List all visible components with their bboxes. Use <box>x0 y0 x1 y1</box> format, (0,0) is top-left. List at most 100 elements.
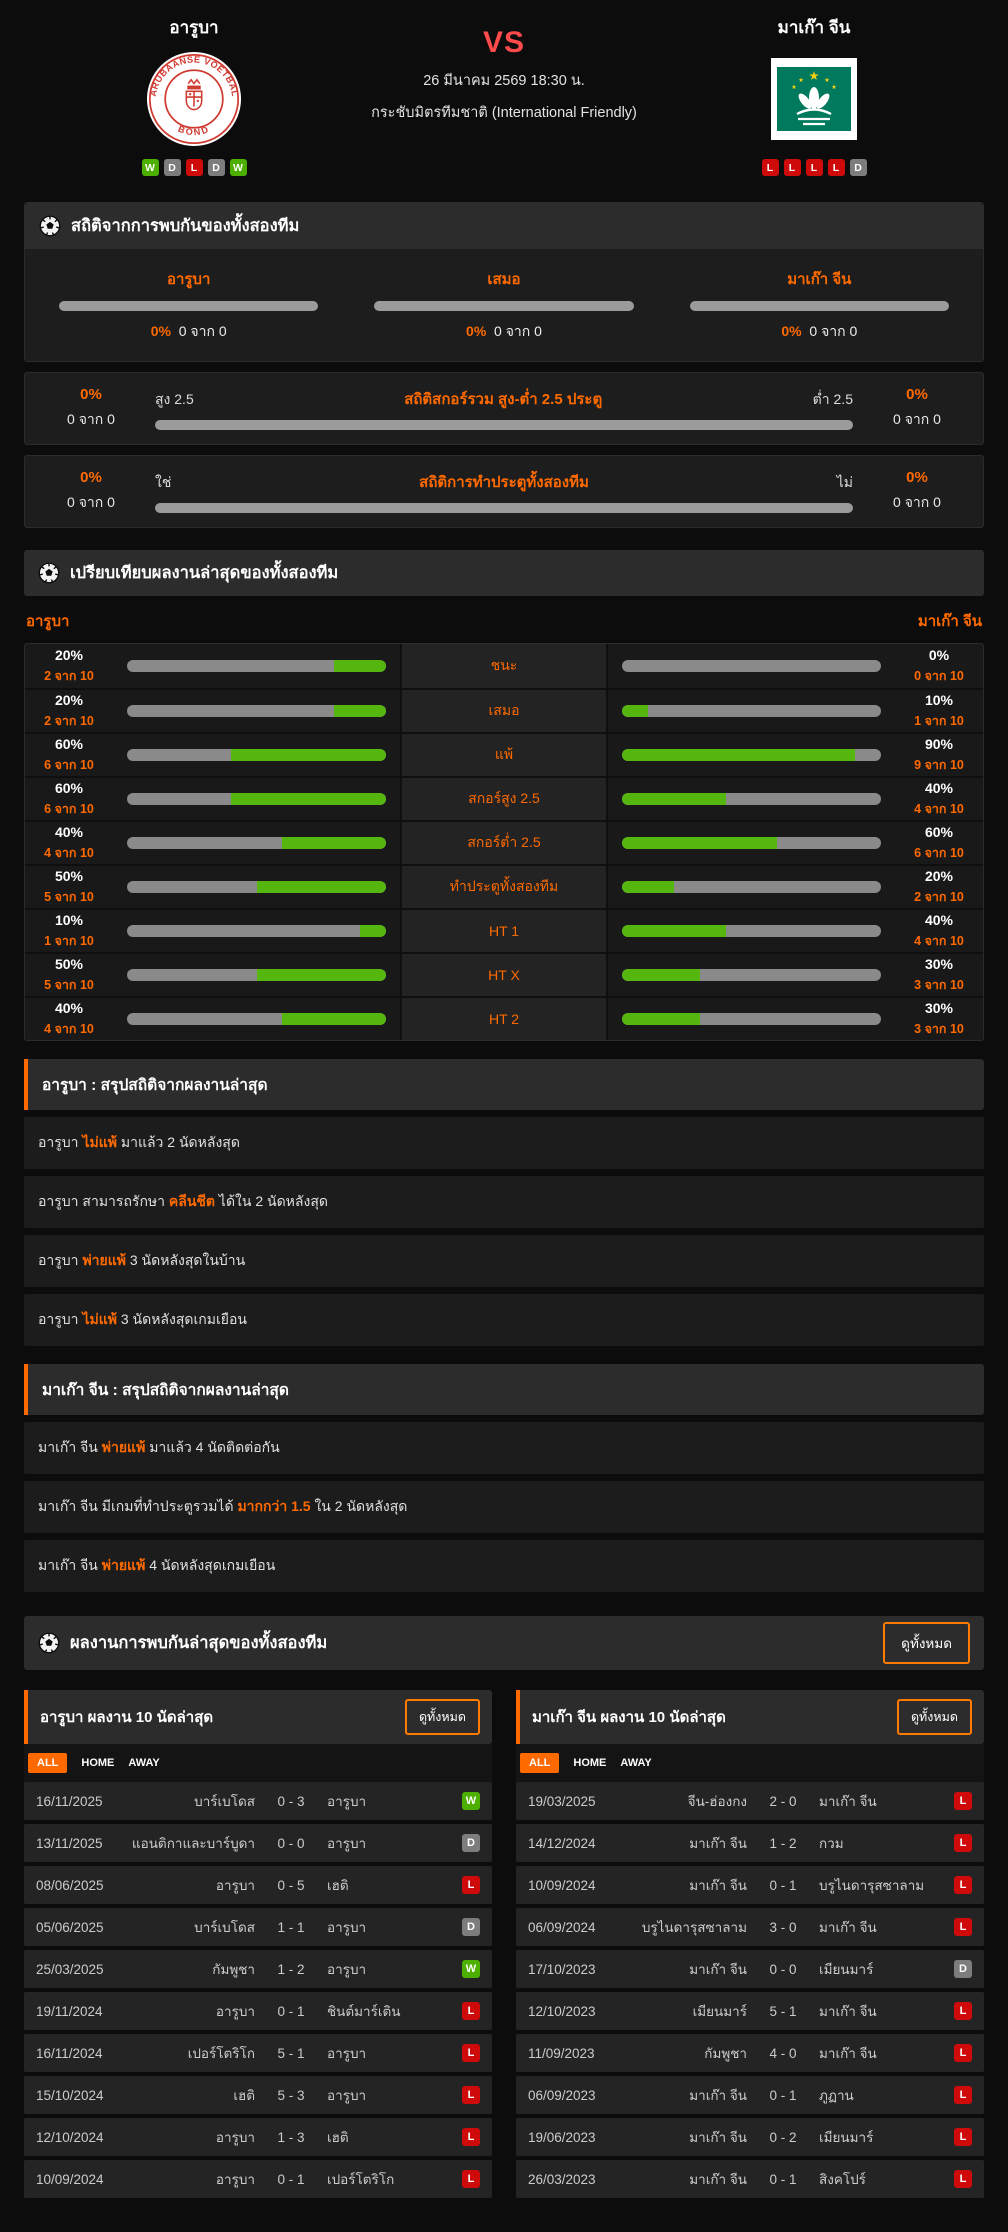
h2h-stats-header: สถิติจากการพบกันของทั้งสองทีม <box>25 203 983 249</box>
view-all-button[interactable]: ดูทั้งหมด <box>405 1699 480 1735</box>
match-home-team: อารูบา <box>128 2000 263 2022</box>
tab-row: ALL HOME AWAY <box>516 1744 984 1782</box>
match-date: 14/12/2024 <box>528 1836 620 1851</box>
stat-middle: สูง 2.5สถิติสกอร์รวม สูง-ต่ำ 2.5 ประตูต่… <box>155 387 853 430</box>
stat-left-percent: 0% <box>43 469 139 486</box>
away-team-block: มาเก๊า จีน <box>694 14 934 176</box>
h2h-stats-section: สถิติจากการพบกันของทั้งสองทีม อารูบา0% 0… <box>24 202 984 362</box>
table-rows: 19/03/2025จีน-ฮ่องกง2 - 0มาเก๊า จีนL 14/1… <box>516 1782 984 2198</box>
tab-all[interactable]: ALL <box>28 1753 67 1773</box>
tab-all[interactable]: ALL <box>520 1753 559 1773</box>
h2h-percent: 0% <box>151 323 171 339</box>
away-stat: 30%3 จาก 10 <box>895 956 983 995</box>
view-all-button[interactable]: ดูทั้งหมด <box>883 1622 970 1664</box>
h2h-numbers: 0% 0 จาก 0 <box>151 321 227 343</box>
match-away-team: มาเก๊า จีน <box>811 1790 946 1812</box>
match-row: 16/11/2024เปอร์โตริโก5 - 1อารูบาL <box>24 2034 492 2072</box>
h2h-count: 0 จาก 0 <box>802 323 858 339</box>
home-count: 6 จาก 10 <box>44 799 94 819</box>
match-row: 19/03/2025จีน-ฮ่องกง2 - 0มาเก๊า จีนL <box>516 1782 984 1820</box>
match-result-badge: L <box>462 1876 480 1894</box>
away-bar-fill <box>622 969 700 981</box>
comparison-row: 60%6 จาก 10สกอร์สูง 2.540%4 จาก 10 <box>25 776 983 820</box>
match-score: 4 - 0 <box>755 2046 811 2061</box>
summary-highlight: มากกว่า 1.5 <box>237 1498 310 1514</box>
comparison-stat-label: สกอร์สูง 2.5 <box>400 778 608 820</box>
comparison-stat-label: สกอร์ต่ำ 2.5 <box>400 822 608 864</box>
away-form: LLLLD <box>762 159 867 176</box>
tab-row: ALL HOME AWAY <box>24 1744 492 1782</box>
stat-right-label: ต่ำ 2.5 <box>813 389 853 411</box>
match-score: 1 - 2 <box>755 1836 811 1851</box>
match-score: 1 - 1 <box>263 1920 319 1935</box>
home-count: 5 จาก 10 <box>44 887 94 907</box>
h2h-column-label: มาเก๊า จีน <box>787 267 851 291</box>
match-away-team: เฮติ <box>319 2126 454 2148</box>
recent-table: อารูบา ผลงาน 10 นัดล่าสุด ดูทั้งหมด ALL H… <box>24 1690 492 2202</box>
home-stat: 50%5 จาก 10 <box>25 868 113 907</box>
home-percent: 20% <box>55 647 83 663</box>
match-away-team: อารูบา <box>319 1958 454 1980</box>
tab-home[interactable]: HOME <box>81 1757 114 1769</box>
match-datetime: 26 มีนาคม 2569 18:30 น. <box>423 69 585 92</box>
away-stat: 40%4 จาก 10 <box>895 780 983 819</box>
match-home-team: อารูบา <box>128 1874 263 1896</box>
away-bar <box>622 969 881 981</box>
match-away-team: กวม <box>811 1832 946 1854</box>
away-bar-fill <box>622 837 777 849</box>
away-bar-fill <box>622 881 674 893</box>
tab-away[interactable]: AWAY <box>128 1757 159 1769</box>
tab-home[interactable]: HOME <box>573 1757 606 1769</box>
home-summary-items: อารูบา ไม่แพ้ มาแล้ว 2 นัดหลังสุดอารูบา … <box>24 1117 984 1346</box>
match-score: 1 - 2 <box>263 1962 319 1977</box>
summary-highlight: พ่ายแพ้ <box>102 1439 146 1455</box>
match-row: 25/03/2025กัมพูชา1 - 2อารูบาW <box>24 1950 492 1988</box>
home-stat: 60%6 จาก 10 <box>25 736 113 775</box>
comparison-stat-label: ชนะ <box>400 644 608 688</box>
home-bar-fill <box>282 837 386 849</box>
match-date: 19/11/2024 <box>36 2004 128 2019</box>
match-score: 0 - 1 <box>755 2088 811 2103</box>
home-count: 5 จาก 10 <box>44 975 94 995</box>
away-bar <box>622 837 881 849</box>
home-count: 4 จาก 10 <box>44 843 94 863</box>
home-bar <box>127 1013 386 1025</box>
away-bar <box>622 881 881 893</box>
match-home-team: มาเก๊า จีน <box>620 1958 755 1980</box>
home-bar-fill <box>334 660 386 672</box>
match-home-team: อารูบา <box>128 2168 263 2190</box>
form-badge-w: W <box>142 159 159 176</box>
match-row: 06/09/2023มาเก๊า จีน0 - 1ภูฏานL <box>516 2076 984 2114</box>
h2h-stat-row: 0%0 จาก 0สูง 2.5สถิติสกอร์รวม สูง-ต่ำ 2.… <box>24 372 984 445</box>
match-row: 19/11/2024อารูบา0 - 1ชินต์มาร์เตินL <box>24 1992 492 2030</box>
recent-tables: อารูบา ผลงาน 10 นัดล่าสุด ดูทั้งหมด ALL H… <box>24 1690 984 2202</box>
match-home-team: บาร์เบโดส <box>128 1916 263 1938</box>
away-percent: 30% <box>925 956 953 972</box>
match-result-badge: D <box>954 1960 972 1978</box>
h2h-column: อารูบา0% 0 จาก 0 <box>59 267 318 343</box>
match-home-team: จีน-ฮ่องกง <box>620 1790 755 1812</box>
home-percent: 40% <box>55 824 83 840</box>
match-date: 13/11/2025 <box>36 1836 128 1851</box>
h2h-stats-title: สถิติจากการพบกันของทั้งสองทีม <box>71 213 299 239</box>
comparison-row: 20%2 จาก 10เสมอ10%1 จาก 10 <box>25 688 983 732</box>
h2h-column-label: เสมอ <box>487 267 520 291</box>
match-score: 3 - 0 <box>755 1920 811 1935</box>
view-all-button[interactable]: ดูทั้งหมด <box>897 1699 972 1735</box>
h2h-column: เสมอ0% 0 จาก 0 <box>374 267 633 343</box>
comparison-row: 10%1 จาก 10HT 140%4 จาก 10 <box>25 908 983 952</box>
home-percent: 10% <box>55 912 83 928</box>
stat-left-label: ใช่ <box>155 472 171 494</box>
match-date: 19/03/2025 <box>528 1794 620 1809</box>
match-result-badge: W <box>462 1960 480 1978</box>
match-score: 0 - 3 <box>263 1794 319 1809</box>
stat-right-label: ไม่ <box>837 472 853 494</box>
away-bar <box>622 793 881 805</box>
away-percent: 40% <box>925 912 953 928</box>
form-badge-l: L <box>828 159 845 176</box>
away-count: 4 จาก 10 <box>914 799 964 819</box>
tab-away[interactable]: AWAY <box>620 1757 651 1769</box>
home-bar <box>127 969 386 981</box>
summary-item: อารูบา ไม่แพ้ มาแล้ว 2 นัดหลังสุด <box>24 1117 984 1169</box>
recent-table-header: อารูบา ผลงาน 10 นัดล่าสุด ดูทั้งหมด <box>24 1690 492 1744</box>
